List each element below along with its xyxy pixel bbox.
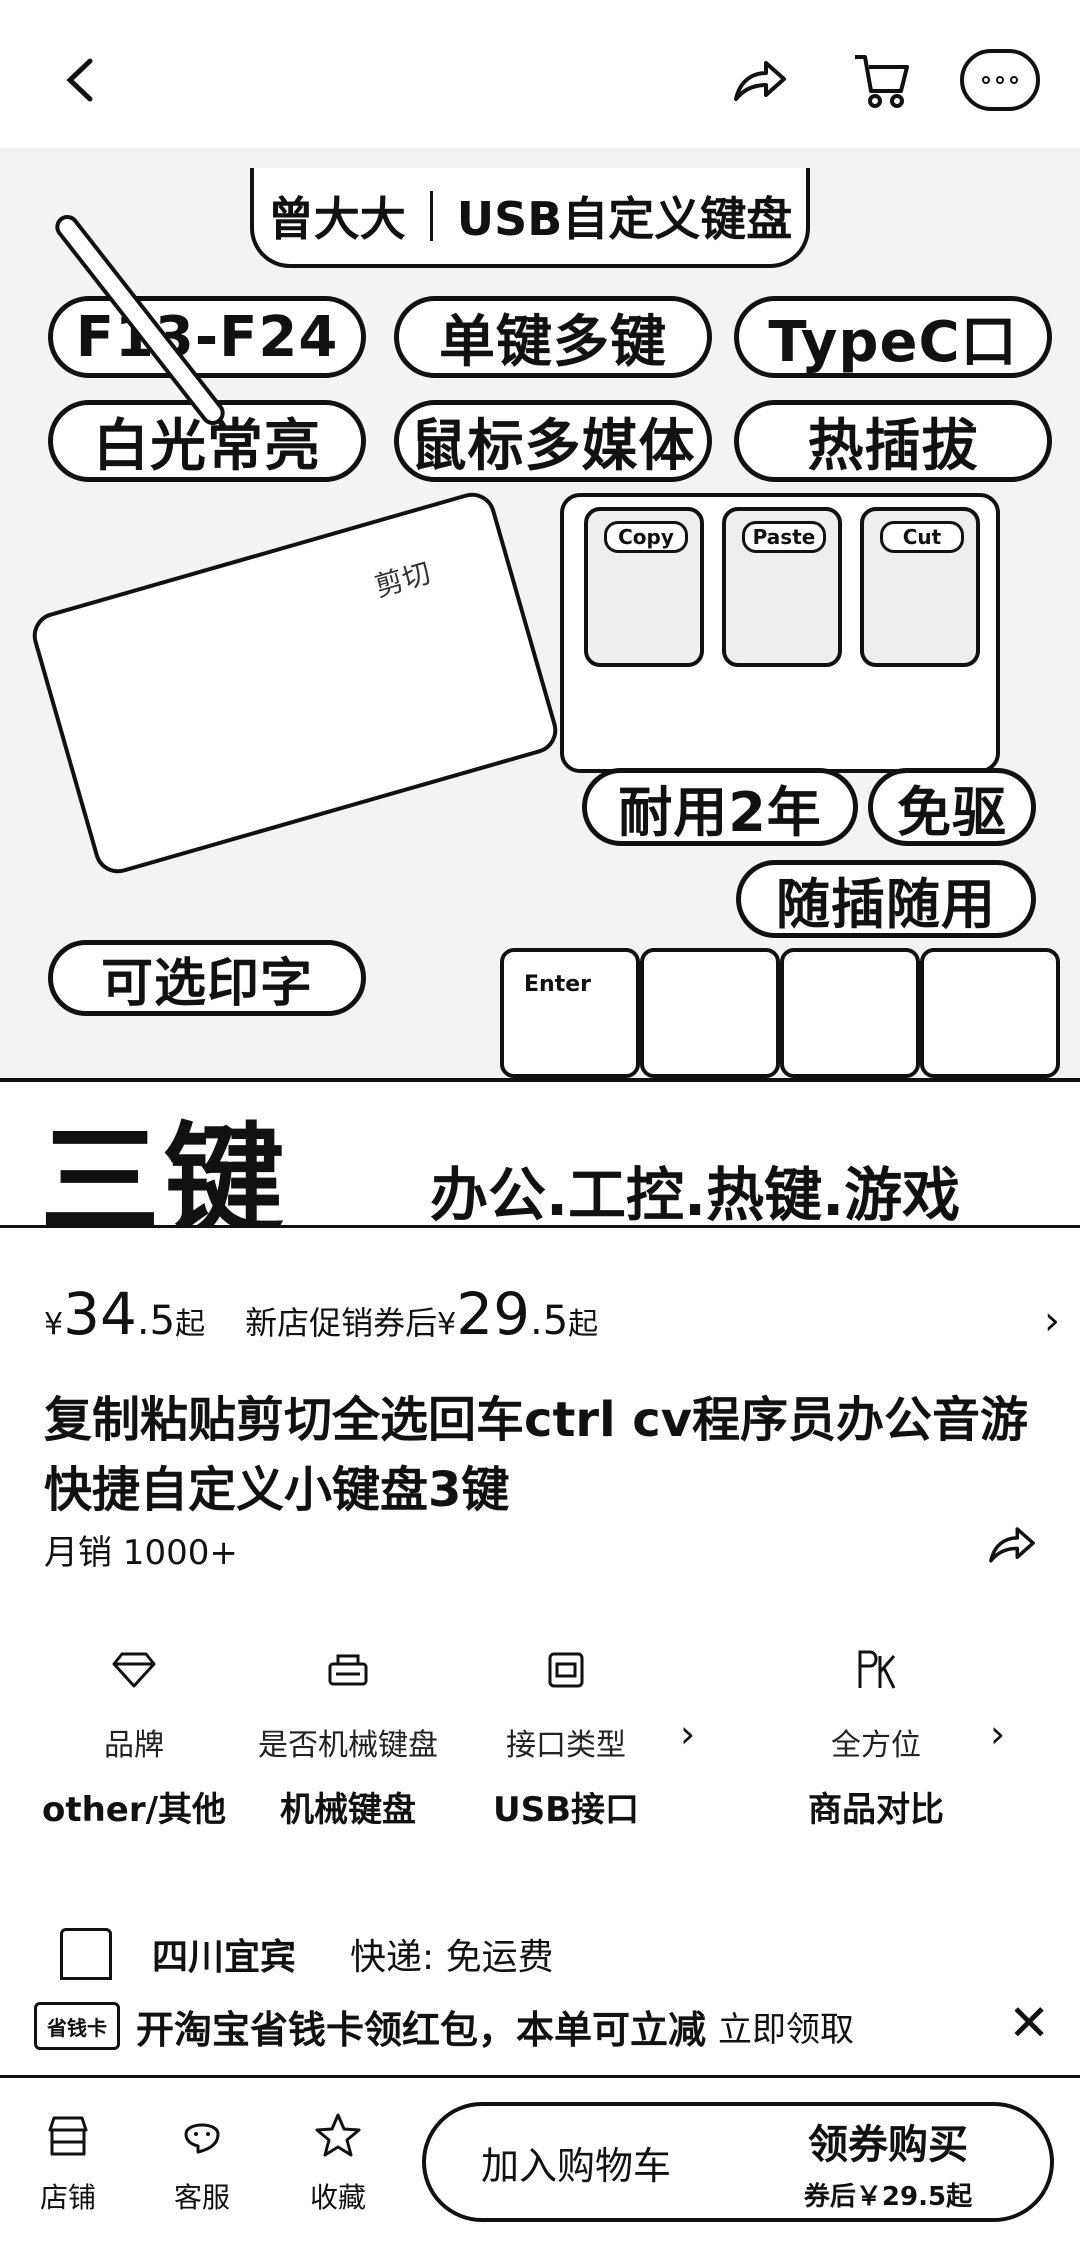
price-integer: 34 xyxy=(63,1280,137,1348)
keycap-enter-label: Enter xyxy=(524,972,591,997)
hero-brand: 曾大大 xyxy=(267,192,406,246)
price-currency: ¥ xyxy=(44,1307,64,1342)
promo-suffix: 起 xyxy=(568,1307,599,1342)
share-icon xyxy=(989,1527,1035,1563)
cart-icon xyxy=(855,55,909,108)
keycap-cut-label: Cut xyxy=(880,521,964,553)
banner-text: 开淘宝省钱卡领红包，本单可立减 xyxy=(136,2007,707,2052)
spec-mechanical[interactable]: 是否机械键盘 机械键盘 xyxy=(238,1640,458,1831)
chevron-left-icon xyxy=(66,58,93,102)
price-suffix: 起 xyxy=(175,1307,206,1342)
price-row[interactable]: ¥ 34 .5 起 新店促销券后 ¥ 29 .5 起 xyxy=(44,1280,1044,1350)
tab-service[interactable]: 客服 xyxy=(152,2108,252,2216)
badge-custom-print: 可选印字 xyxy=(48,940,366,1016)
spec-interface-label: 接口类型 xyxy=(506,1728,626,1763)
pk-icon xyxy=(858,1650,896,1689)
ship-from-location: 四川宜宾 xyxy=(152,1937,297,1978)
keycap-blank-3 xyxy=(920,948,1060,1078)
feature-pill-mouse-media: 鼠标多媒体 xyxy=(394,400,712,482)
specs-more-chevron-icon[interactable]: › xyxy=(680,1712,695,1756)
keycap-paste: Paste xyxy=(722,507,842,667)
more-button[interactable] xyxy=(960,40,1040,120)
spec-compare[interactable]: 全方位 商品对比 xyxy=(766,1640,986,1831)
feature-pill-f13: F13-F24 xyxy=(48,296,366,378)
shipping-row[interactable]: 四川宜宾 快递: 免运费 xyxy=(60,1924,554,1984)
tab-favorite[interactable]: 收藏 xyxy=(288,2108,388,2216)
share-icon xyxy=(734,61,786,101)
diamond-icon xyxy=(112,1652,156,1688)
savings-card-banner[interactable]: 省钱卡 开淘宝省钱卡领红包，本单可立减 立即领取 ✕ xyxy=(0,1990,1080,2062)
spec-compare-label: 全方位 xyxy=(831,1728,921,1763)
keycap-cut: Cut xyxy=(860,507,980,667)
spec-brand-value: other/其他 xyxy=(41,1790,227,1830)
keycap-blank-2 xyxy=(780,948,920,1078)
service-icon xyxy=(184,2123,220,2154)
hero-header: 曾大大 USB自定义键盘 xyxy=(250,168,810,268)
keycap-blank-1 xyxy=(640,948,780,1078)
keypad-white: 剪切 xyxy=(27,487,563,879)
keypad-label: 剪切 xyxy=(371,556,435,604)
close-icon[interactable]: ✕ xyxy=(1008,1994,1050,2052)
badge-driverless: 免驱 xyxy=(868,768,1036,846)
cart-button[interactable] xyxy=(842,40,922,120)
promo-integer: 29 xyxy=(456,1280,530,1348)
hero-tagline: 办公.工控.热键.游戏 xyxy=(430,1161,961,1228)
product-hero-image[interactable]: 曾大大 USB自定义键盘 F13-F24 单键多键 TypeC口 白光常亮 鼠标… xyxy=(0,148,1080,1228)
location-icon xyxy=(60,1928,112,1980)
share-button[interactable] xyxy=(720,40,800,120)
feature-pill-hotswap: 热插拔 xyxy=(734,400,1052,482)
claim-now-link[interactable]: 立即领取 xyxy=(718,2002,854,2051)
keycap-copy: Copy xyxy=(584,507,704,667)
top-nav-bar xyxy=(0,0,1080,150)
port-icon xyxy=(548,1652,584,1688)
feature-pill-multikey: 单键多键 xyxy=(394,296,712,378)
back-button[interactable] xyxy=(40,40,120,120)
spec-compare-value: 商品对比 xyxy=(808,1790,944,1830)
spec-brand-label: 品牌 xyxy=(104,1728,164,1763)
spec-interface[interactable]: 接口类型 USB接口 xyxy=(456,1640,676,1831)
buy-with-coupon-button[interactable]: 领券购买 券后￥29.5起 xyxy=(726,2106,1050,2218)
store-icon xyxy=(48,2116,88,2156)
buy-subprice: 券后￥29.5起 xyxy=(803,2181,973,2212)
chevron-right-icon[interactable]: › xyxy=(1044,1298,1060,1344)
tab-service-label: 客服 xyxy=(173,2181,230,2214)
keyboard-icon xyxy=(328,1654,368,1686)
promo-label: 新店促销券后 xyxy=(245,1304,438,1342)
tab-store-label: 店铺 xyxy=(39,2181,96,2214)
promo-decimal: .5 xyxy=(530,1298,569,1344)
more-bubble-icon xyxy=(960,49,1040,111)
keycap-copy-label: Copy xyxy=(604,521,688,553)
feature-pill-typec: TypeC口 xyxy=(734,296,1052,378)
keycap-paste-label: Paste xyxy=(742,521,826,553)
spec-mechanical-label: 是否机械键盘 xyxy=(258,1728,438,1763)
hero-product-type: USB自定义键盘 xyxy=(456,192,793,246)
badge-durable: 耐用2年 xyxy=(582,768,858,846)
purchase-actions: 加入购物车 领券购买 券后￥29.5起 xyxy=(422,2102,1054,2222)
spec-interface-value: USB接口 xyxy=(492,1790,639,1830)
tab-favorite-label: 收藏 xyxy=(309,2181,366,2214)
tab-store[interactable]: 店铺 xyxy=(18,2108,118,2216)
hero-separator xyxy=(429,191,433,241)
compare-chevron-icon[interactable]: › xyxy=(990,1712,1005,1756)
monthly-sales: 月销 1000+ xyxy=(44,1533,238,1573)
price-decimal: .5 xyxy=(136,1298,176,1344)
promo-currency: ¥ xyxy=(437,1307,457,1342)
keypad-clear: Copy Paste Cut xyxy=(560,493,1000,773)
keycap-enter: Enter xyxy=(500,948,640,1078)
badge-plug-and-play: 随插随用 xyxy=(736,860,1036,938)
share-product-button[interactable] xyxy=(985,1522,1039,1570)
product-title: 复制粘贴剪切全选回车ctrl cv程序员办公音游快捷自定义小键盘3键 xyxy=(44,1392,1028,1518)
buy-label: 领券购买 xyxy=(808,2121,968,2168)
bottom-keycaps: Enter xyxy=(500,948,1080,1088)
savings-card-badge: 省钱卡 xyxy=(34,2002,120,2050)
add-to-cart-button[interactable]: 加入购物车 xyxy=(426,2106,726,2218)
shipping-fee: 快递: 免运费 xyxy=(350,1937,554,1978)
spec-brand[interactable]: 品牌 other/其他 xyxy=(24,1640,244,1831)
bottom-action-bar: 店铺 客服 收藏 加入购物车 领券购买 券后￥29.5起 xyxy=(0,2075,1080,2243)
star-icon xyxy=(315,2113,361,2157)
spec-mechanical-value: 机械键盘 xyxy=(280,1790,416,1830)
hero-big-title: 三键 xyxy=(40,1112,288,1228)
